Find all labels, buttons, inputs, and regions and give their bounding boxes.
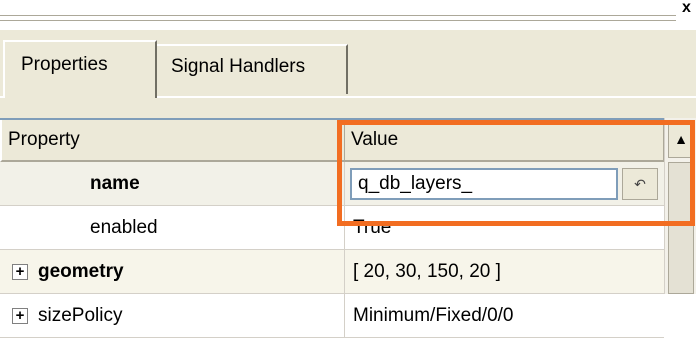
tab-signal-handlers-label: Signal Handlers <box>171 56 306 77</box>
property-label: enabled <box>90 217 158 238</box>
scroll-thumb[interactable] <box>668 162 694 294</box>
property-value[interactable]: True <box>345 206 664 250</box>
tab-properties[interactable]: Properties <box>3 40 157 98</box>
name-value-input[interactable]: q_db_layers_ <box>350 168 618 200</box>
table-row-geometry[interactable]: + geometry [ 20, 30, 150, 20 ] <box>0 250 664 294</box>
table-row-name[interactable]: name q_db_layers_ ↶ <box>0 162 664 206</box>
table-row-enabled[interactable]: enabled True <box>0 206 664 250</box>
tab-properties-label: Properties <box>21 54 108 75</box>
property-label: geometry <box>38 261 124 282</box>
property-name-cell: name <box>0 162 345 206</box>
property-name-cell: enabled <box>0 206 345 250</box>
scroll-up-icon[interactable]: ▲ <box>668 120 694 158</box>
vertical-scrollbar[interactable]: ▲ <box>664 118 696 294</box>
property-label: name <box>90 173 140 194</box>
reset-value-icon[interactable]: ↶ <box>622 168 658 200</box>
column-header-property[interactable]: Property <box>0 120 345 162</box>
property-grid: Property Value name q_db_layers_ ↶ enabl… <box>0 118 664 338</box>
property-value[interactable]: [ 20, 30, 150, 20 ] <box>345 250 664 294</box>
property-value[interactable]: Minimum/Fixed/0/0 <box>345 294 664 338</box>
close-icon[interactable]: x <box>677 0 696 16</box>
property-name-cell: + sizePolicy <box>0 294 345 338</box>
property-label: sizePolicy <box>38 305 123 326</box>
property-name-cell: + geometry <box>0 250 345 294</box>
expand-icon[interactable]: + <box>12 264 28 280</box>
expand-icon[interactable]: + <box>12 308 28 324</box>
dock-grip-bar[interactable] <box>0 0 676 28</box>
column-header-value[interactable]: Value <box>345 120 664 162</box>
table-row-sizepolicy[interactable]: + sizePolicy Minimum/Fixed/0/0 <box>0 294 664 338</box>
tab-panel-body <box>0 98 696 118</box>
tab-signal-handlers[interactable]: Signal Handlers <box>155 44 348 94</box>
